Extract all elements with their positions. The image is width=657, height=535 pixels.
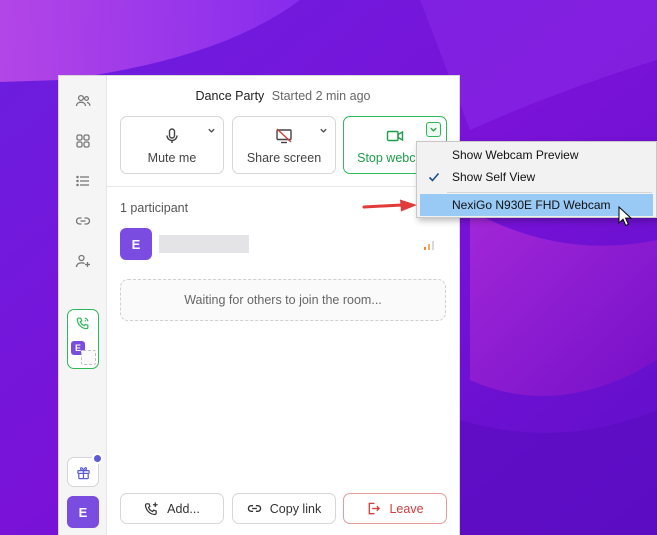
empty-participant-slot: [81, 350, 96, 365]
copy-link-label: Copy link: [269, 501, 322, 516]
active-call-card[interactable]: E: [67, 309, 99, 369]
add-call-icon: [145, 502, 158, 516]
checkmark-icon: [428, 172, 440, 182]
call-duration: Started 2 min ago: [271, 89, 371, 103]
share-screen-button[interactable]: Share screen: [232, 116, 336, 174]
share-screen-label: Share screen: [246, 151, 322, 165]
add-label: Add...: [167, 501, 200, 516]
gift-icon: [76, 466, 90, 479]
user-avatar[interactable]: E: [67, 496, 99, 528]
participant-row[interactable]: E: [120, 228, 439, 260]
list-icon[interactable]: [71, 169, 95, 193]
call-panel: Dance Party Started 2 min ago Mute me Sh…: [107, 76, 459, 535]
menu-item-label: Show Webcam Preview: [452, 148, 579, 162]
participant-avatar: E: [120, 228, 152, 260]
call-header: Dance Party Started 2 min ago: [107, 89, 459, 103]
chevron-down-icon[interactable]: [319, 126, 328, 135]
menu-separator: [447, 192, 652, 193]
app-window: E E Dance Party Started 2 min ago Mute m…: [58, 75, 460, 535]
mute-label: Mute me: [147, 151, 197, 165]
menu-item-label: NexiGo N930E FHD Webcam: [452, 198, 611, 212]
screen-share-off-icon: [276, 128, 292, 144]
phone-icon: [76, 317, 89, 330]
link-icon: [247, 505, 261, 512]
link-icon[interactable]: [71, 209, 95, 233]
chevron-down-icon: [430, 127, 437, 132]
mute-button[interactable]: Mute me: [120, 116, 224, 174]
signal-bars-icon: [424, 241, 434, 250]
menu-item-webcam-preview[interactable]: Show Webcam Preview: [420, 144, 653, 166]
participant-count: 1 participant: [120, 201, 189, 215]
leave-label: Leave: [389, 501, 424, 516]
leave-button[interactable]: Leave: [343, 493, 447, 524]
mouse-pointer-icon: [618, 206, 632, 227]
chevron-down-icon[interactable]: [207, 126, 216, 135]
waiting-message: Waiting for others to join the room...: [120, 279, 446, 321]
gift-button[interactable]: [67, 453, 103, 487]
sidebar: E E: [59, 76, 107, 535]
video-camera-icon: [386, 130, 404, 142]
leave-icon: [369, 502, 381, 515]
people-icon[interactable]: [71, 89, 95, 113]
grid-icon[interactable]: [71, 129, 95, 153]
add-person-icon[interactable]: [71, 249, 95, 273]
room-name: Dance Party: [195, 89, 265, 103]
add-button[interactable]: Add...: [120, 493, 224, 524]
annotation-arrow-icon: [362, 199, 417, 212]
notification-dot: [92, 453, 103, 464]
participant-name-redacted: [159, 235, 249, 253]
menu-item-self-view[interactable]: Show Self View: [420, 166, 653, 188]
webcam-options-toggle[interactable]: [426, 122, 441, 137]
microphone-icon: [166, 128, 178, 143]
menu-item-label: Show Self View: [452, 170, 536, 184]
divider: [107, 186, 459, 187]
copy-link-button[interactable]: Copy link: [232, 493, 336, 524]
